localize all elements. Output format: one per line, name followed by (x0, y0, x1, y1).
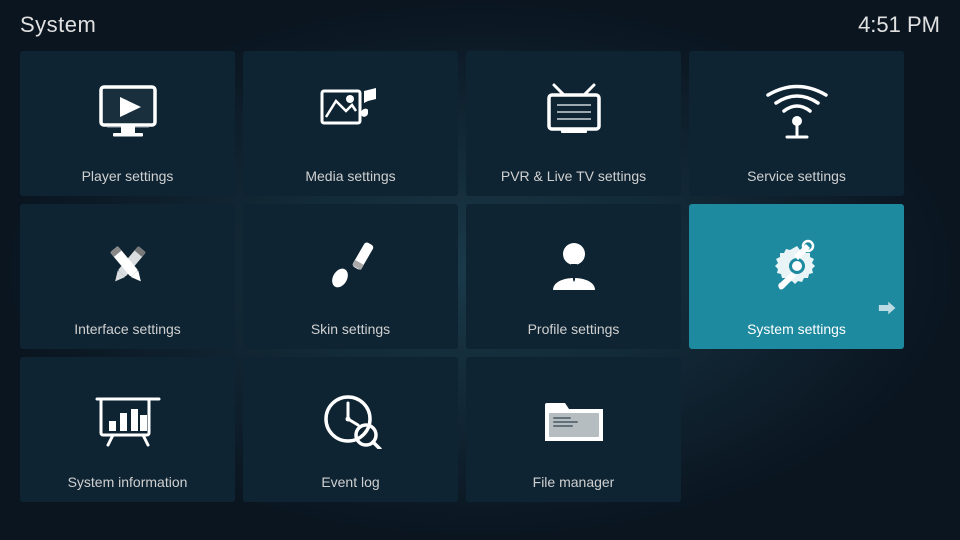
profile-icon-area (539, 219, 609, 313)
tile-player-settings[interactable]: Player settings (20, 51, 235, 196)
system-settings-icon (762, 236, 832, 296)
empty-cell (689, 357, 904, 502)
settings-grid: Player settings Media settings (0, 51, 960, 502)
sysinfo-icon (93, 389, 163, 449)
player-icon-area (93, 66, 163, 160)
interface-settings-label: Interface settings (74, 321, 181, 337)
service-icon-area (762, 66, 832, 160)
app-container: System 4:51 PM Player settings (0, 0, 960, 540)
skin-icon (316, 236, 386, 296)
interface-icon (93, 236, 163, 296)
filemanager-icon (539, 389, 609, 449)
event-log-label: Event log (321, 474, 379, 490)
tile-pvr-settings[interactable]: PVR & Live TV settings (466, 51, 681, 196)
service-settings-label: Service settings (747, 168, 846, 184)
tile-file-manager[interactable]: File manager (466, 357, 681, 502)
media-settings-label: Media settings (305, 168, 395, 184)
system-settings-label: System settings (747, 321, 846, 337)
tile-profile-settings[interactable]: Profile settings (466, 204, 681, 349)
skin-icon-area (316, 219, 386, 313)
tile-media-settings[interactable]: Media settings (243, 51, 458, 196)
clock: 4:51 PM (858, 12, 940, 38)
eventlog-icon (316, 389, 386, 449)
cursor-indicator: ⮕ (878, 295, 896, 321)
system-icon-area (762, 219, 832, 313)
player-settings-label: Player settings (82, 168, 174, 184)
tile-system-information[interactable]: System information (20, 357, 235, 502)
tile-skin-settings[interactable]: Skin settings (243, 204, 458, 349)
tile-event-log[interactable]: Event log (243, 357, 458, 502)
media-icon-area (316, 66, 386, 160)
sysinfo-icon-area (93, 372, 163, 466)
profile-icon (539, 236, 609, 296)
tile-interface-settings[interactable]: Interface settings (20, 204, 235, 349)
player-icon (93, 83, 163, 143)
pvr-icon (539, 83, 609, 143)
eventlog-icon-area (316, 372, 386, 466)
interface-icon-area (93, 219, 163, 313)
tile-system-settings[interactable]: System settings ⮕ (689, 204, 904, 349)
filemanager-icon-area (539, 372, 609, 466)
app-title: System (20, 12, 96, 38)
pvr-settings-label: PVR & Live TV settings (501, 168, 646, 184)
header: System 4:51 PM (0, 0, 960, 46)
system-information-label: System information (68, 474, 188, 490)
tile-service-settings[interactable]: Service settings (689, 51, 904, 196)
skin-settings-label: Skin settings (311, 321, 390, 337)
service-icon (762, 83, 832, 143)
pvr-icon-area (539, 66, 609, 160)
media-icon (316, 83, 386, 143)
profile-settings-label: Profile settings (528, 321, 620, 337)
file-manager-label: File manager (533, 474, 615, 490)
